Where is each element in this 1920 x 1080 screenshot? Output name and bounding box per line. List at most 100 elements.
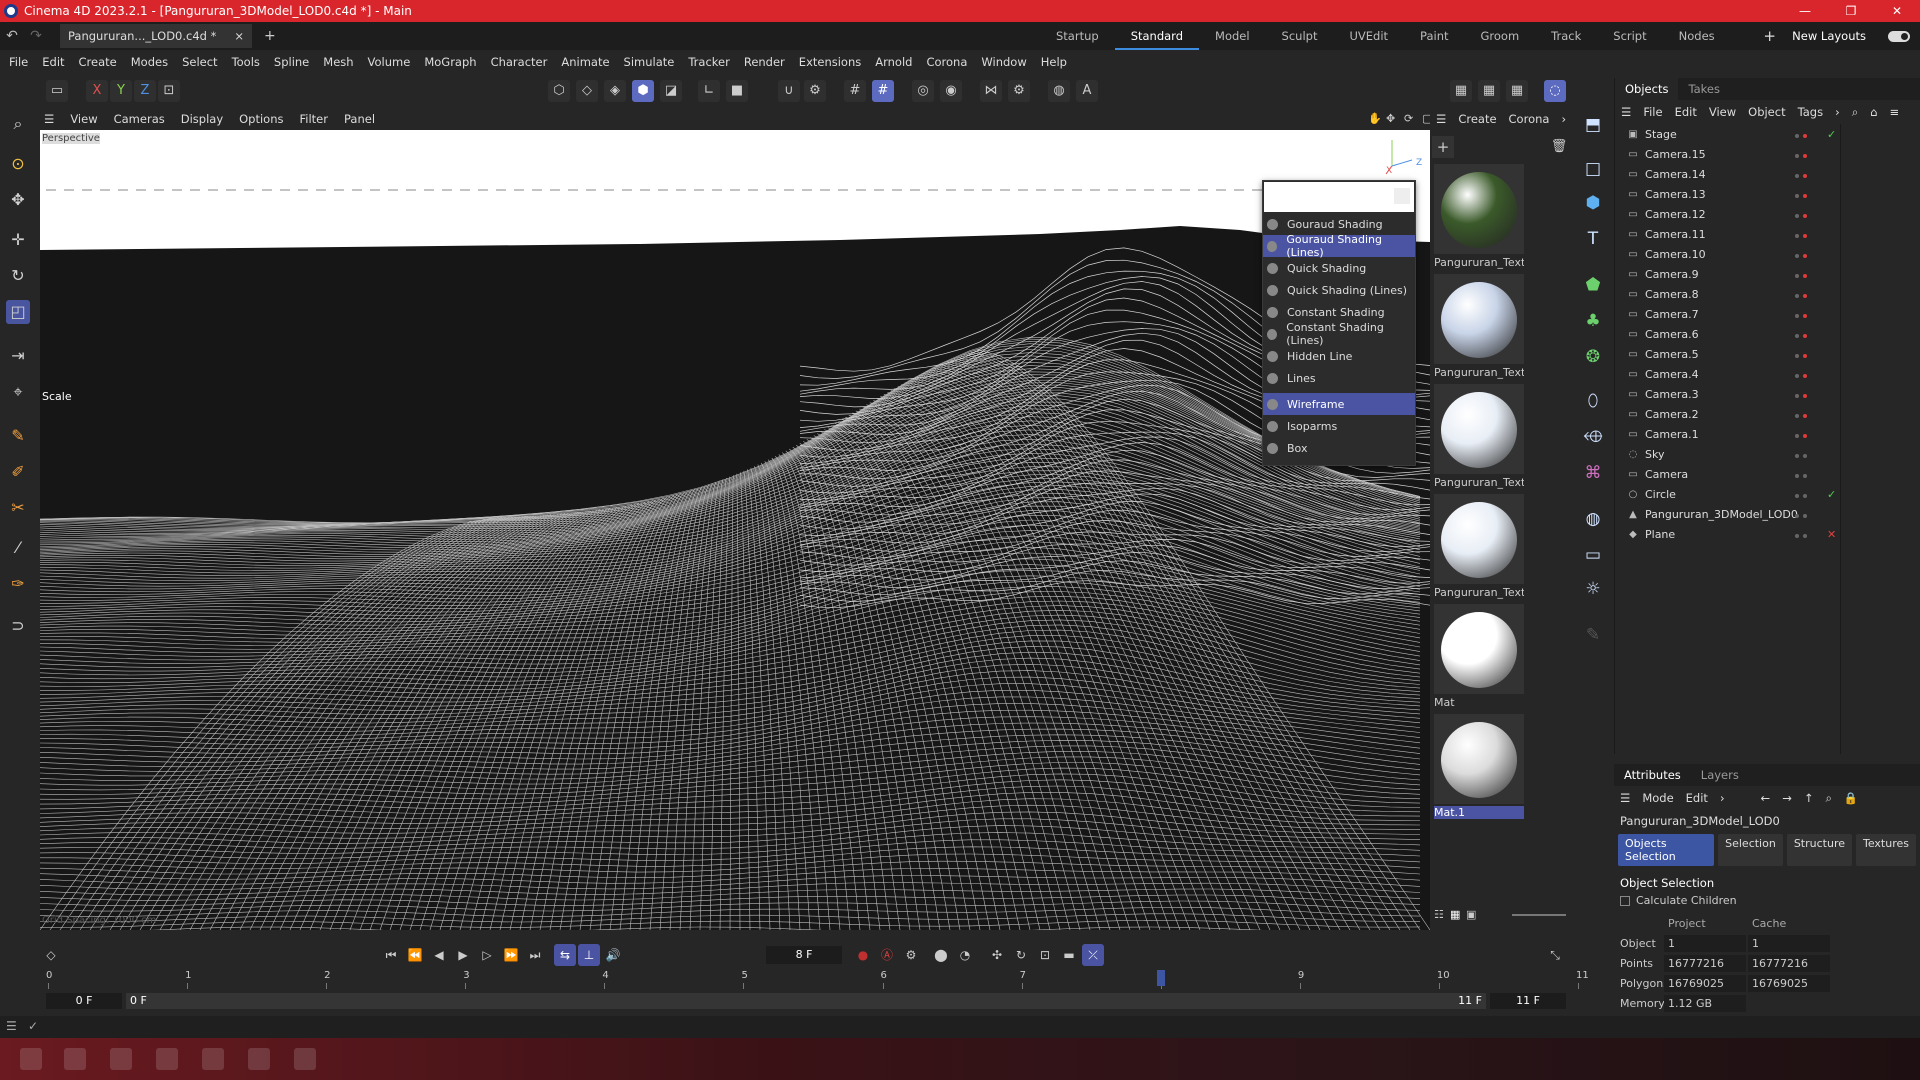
record-param-icon[interactable]: ↻ bbox=[1010, 944, 1032, 966]
cube-outline-icon[interactable]: □ bbox=[1580, 156, 1606, 182]
edit-visibility-dot[interactable] bbox=[1795, 493, 1799, 498]
scene-icon[interactable]: ◍ bbox=[1580, 506, 1606, 532]
axis-mode-icon[interactable]: ∟ bbox=[698, 80, 720, 102]
render-to-picture-viewer-icon[interactable]: ▦ bbox=[1478, 80, 1500, 102]
edit-visibility-dot[interactable] bbox=[1795, 273, 1799, 278]
render-visibility-dot[interactable] bbox=[1803, 313, 1807, 318]
menu-window[interactable]: Window bbox=[972, 55, 1031, 69]
object-row[interactable]: ▭ Camera.12 bbox=[1615, 204, 1920, 224]
object-menu-edit[interactable]: Edit bbox=[1669, 105, 1703, 119]
render-visibility-dot[interactable] bbox=[1803, 273, 1807, 278]
menu-spline[interactable]: Spline bbox=[265, 55, 314, 69]
edit-visibility-dot[interactable] bbox=[1795, 233, 1799, 238]
current-frame-field[interactable]: 8 F bbox=[766, 946, 842, 964]
layout-tab-track[interactable]: Track bbox=[1535, 22, 1597, 50]
visibility-dots[interactable] bbox=[1795, 351, 1823, 358]
light-icon[interactable]: ☼ bbox=[1580, 576, 1606, 602]
object-row[interactable]: ○ Circle ✓ bbox=[1615, 484, 1920, 504]
object-row[interactable]: ◌ Sky bbox=[1615, 444, 1920, 464]
material-swatch[interactable]: Mat bbox=[1434, 604, 1524, 709]
axis-y-lock[interactable]: Y bbox=[110, 80, 132, 102]
layout-tab-paint[interactable]: Paint bbox=[1404, 22, 1464, 50]
layout-toggle[interactable] bbox=[1888, 31, 1910, 42]
object-search-icon[interactable]: ⌕ bbox=[1846, 105, 1864, 120]
render-visibility-dot[interactable] bbox=[1803, 133, 1807, 138]
attribute-menu-edit[interactable]: Edit bbox=[1680, 791, 1714, 805]
material-hamburger-icon[interactable]: ☰ bbox=[1430, 112, 1452, 126]
material-swatch[interactable]: Pangururan_Textu bbox=[1434, 494, 1524, 599]
shading-option[interactable]: Constant Shading (Lines) bbox=[1263, 321, 1415, 347]
text-icon[interactable]: T bbox=[1580, 226, 1606, 252]
lock-icon[interactable]: 🔒 bbox=[1838, 791, 1864, 805]
keyframe-icon[interactable]: ◇ bbox=[40, 944, 62, 966]
object-filter-icon[interactable]: ≡ bbox=[1883, 105, 1905, 119]
camera-create-icon[interactable]: ⬒ bbox=[1580, 112, 1606, 138]
add-material-icon[interactable]: + bbox=[1432, 136, 1454, 158]
tab-takes[interactable]: Takes bbox=[1678, 82, 1730, 96]
render-settings-icon[interactable]: ▭ bbox=[46, 80, 68, 102]
object-row[interactable]: ▭ Camera.13 bbox=[1615, 184, 1920, 204]
brush-tool-icon[interactable]: ⁄ bbox=[6, 536, 30, 560]
material-menu-more-icon[interactable]: › bbox=[1555, 112, 1572, 126]
render-settings-panel-icon[interactable]: ▦ bbox=[1506, 80, 1528, 102]
render-visibility-dot[interactable] bbox=[1803, 453, 1807, 458]
points-mode-icon[interactable]: ⬡ bbox=[548, 80, 570, 102]
object-hamburger-icon[interactable]: ☰ bbox=[1615, 105, 1637, 119]
edit-visibility-dot[interactable] bbox=[1795, 293, 1799, 298]
visibility-dots[interactable] bbox=[1795, 231, 1823, 238]
playhead[interactable] bbox=[1156, 970, 1165, 986]
coordinate-system-icon[interactable]: ⊡ bbox=[158, 80, 180, 102]
render-active-view-icon[interactable]: ▦ bbox=[1450, 80, 1472, 102]
object-row[interactable]: ▭ Camera.6 bbox=[1615, 324, 1920, 344]
arnold-render-icon[interactable]: A bbox=[1076, 80, 1098, 102]
polygons-mode-icon[interactable]: ◈ bbox=[604, 80, 626, 102]
object-row[interactable]: ▭ Camera.5 bbox=[1615, 344, 1920, 364]
object-menu-object[interactable]: Object bbox=[1742, 105, 1791, 119]
visibility-dots[interactable] bbox=[1795, 391, 1823, 398]
menu-file[interactable]: File bbox=[0, 55, 33, 69]
viewport-hamburger-icon[interactable]: ☰ bbox=[36, 112, 62, 126]
layout-tab-model[interactable]: Model bbox=[1199, 22, 1266, 50]
timeline-ruler[interactable]: 01234567891011 bbox=[46, 970, 1589, 990]
edit-visibility-dot[interactable] bbox=[1795, 353, 1799, 358]
visibility-dots[interactable] bbox=[1795, 491, 1823, 498]
taskbar-app-icon[interactable] bbox=[110, 1048, 132, 1070]
record-position-icon[interactable]: ⬤ bbox=[930, 944, 952, 966]
render-visibility-dot[interactable] bbox=[1803, 413, 1807, 418]
object-row[interactable]: ▭ Camera.14 bbox=[1615, 164, 1920, 184]
camera-icon[interactable]: ▭ bbox=[1580, 542, 1606, 568]
next-frame-icon[interactable]: ▷ bbox=[476, 944, 498, 966]
visibility-dots[interactable] bbox=[1795, 371, 1823, 378]
edit-visibility-dot[interactable] bbox=[1795, 173, 1799, 178]
menu-help[interactable]: Help bbox=[1032, 55, 1072, 69]
visibility-dots[interactable] bbox=[1795, 511, 1823, 518]
record-scale-icon[interactable]: ✣ bbox=[986, 944, 1008, 966]
spline-smooth-icon[interactable]: ✂ bbox=[6, 496, 30, 520]
viewport[interactable]: Perspective Scale Grid Spacing: 1000 cm … bbox=[40, 130, 1430, 930]
interpolation-icon[interactable]: ▬ bbox=[1058, 944, 1080, 966]
taskbar-app-icon[interactable] bbox=[294, 1048, 316, 1070]
render-visibility-dot[interactable] bbox=[1803, 353, 1807, 358]
object-tag[interactable]: ✓ bbox=[1827, 128, 1836, 141]
render-view-icon[interactable]: ◉ bbox=[940, 80, 962, 102]
model-mode-icon[interactable]: ⬢ bbox=[632, 80, 654, 102]
material-swatch[interactable]: Pangururan_Textu bbox=[1434, 164, 1524, 269]
minimize-button[interactable]: — bbox=[1782, 0, 1828, 22]
tab-objects[interactable]: Objects bbox=[1615, 78, 1679, 100]
render-visibility-dot[interactable] bbox=[1803, 233, 1807, 238]
go-to-start-icon[interactable]: ⏮ bbox=[380, 944, 402, 966]
shading-option[interactable]: Gouraud Shading bbox=[1263, 213, 1415, 235]
shading-option[interactable]: Box bbox=[1263, 437, 1415, 459]
edit-visibility-dot[interactable] bbox=[1795, 433, 1799, 438]
document-tab[interactable]: Pangururan..._LOD0.c4d * × bbox=[60, 24, 253, 48]
rotate-view-icon[interactable]: ⟳ bbox=[1404, 112, 1413, 125]
menu-volume[interactable]: Volume bbox=[359, 55, 416, 69]
shading-option[interactable]: Hidden Line bbox=[1263, 345, 1415, 367]
edit-visibility-dot[interactable] bbox=[1795, 313, 1799, 318]
up-arrow-icon[interactable]: ↑ bbox=[1798, 791, 1820, 805]
edit-visibility-dot[interactable] bbox=[1795, 133, 1799, 138]
attribute-menu-more-icon[interactable]: › bbox=[1714, 791, 1731, 805]
add-layout-button[interactable]: + bbox=[1763, 22, 1776, 50]
menu-arnold[interactable]: Arnold bbox=[866, 55, 917, 69]
sketch-tool-icon[interactable]: ✐ bbox=[6, 460, 30, 484]
